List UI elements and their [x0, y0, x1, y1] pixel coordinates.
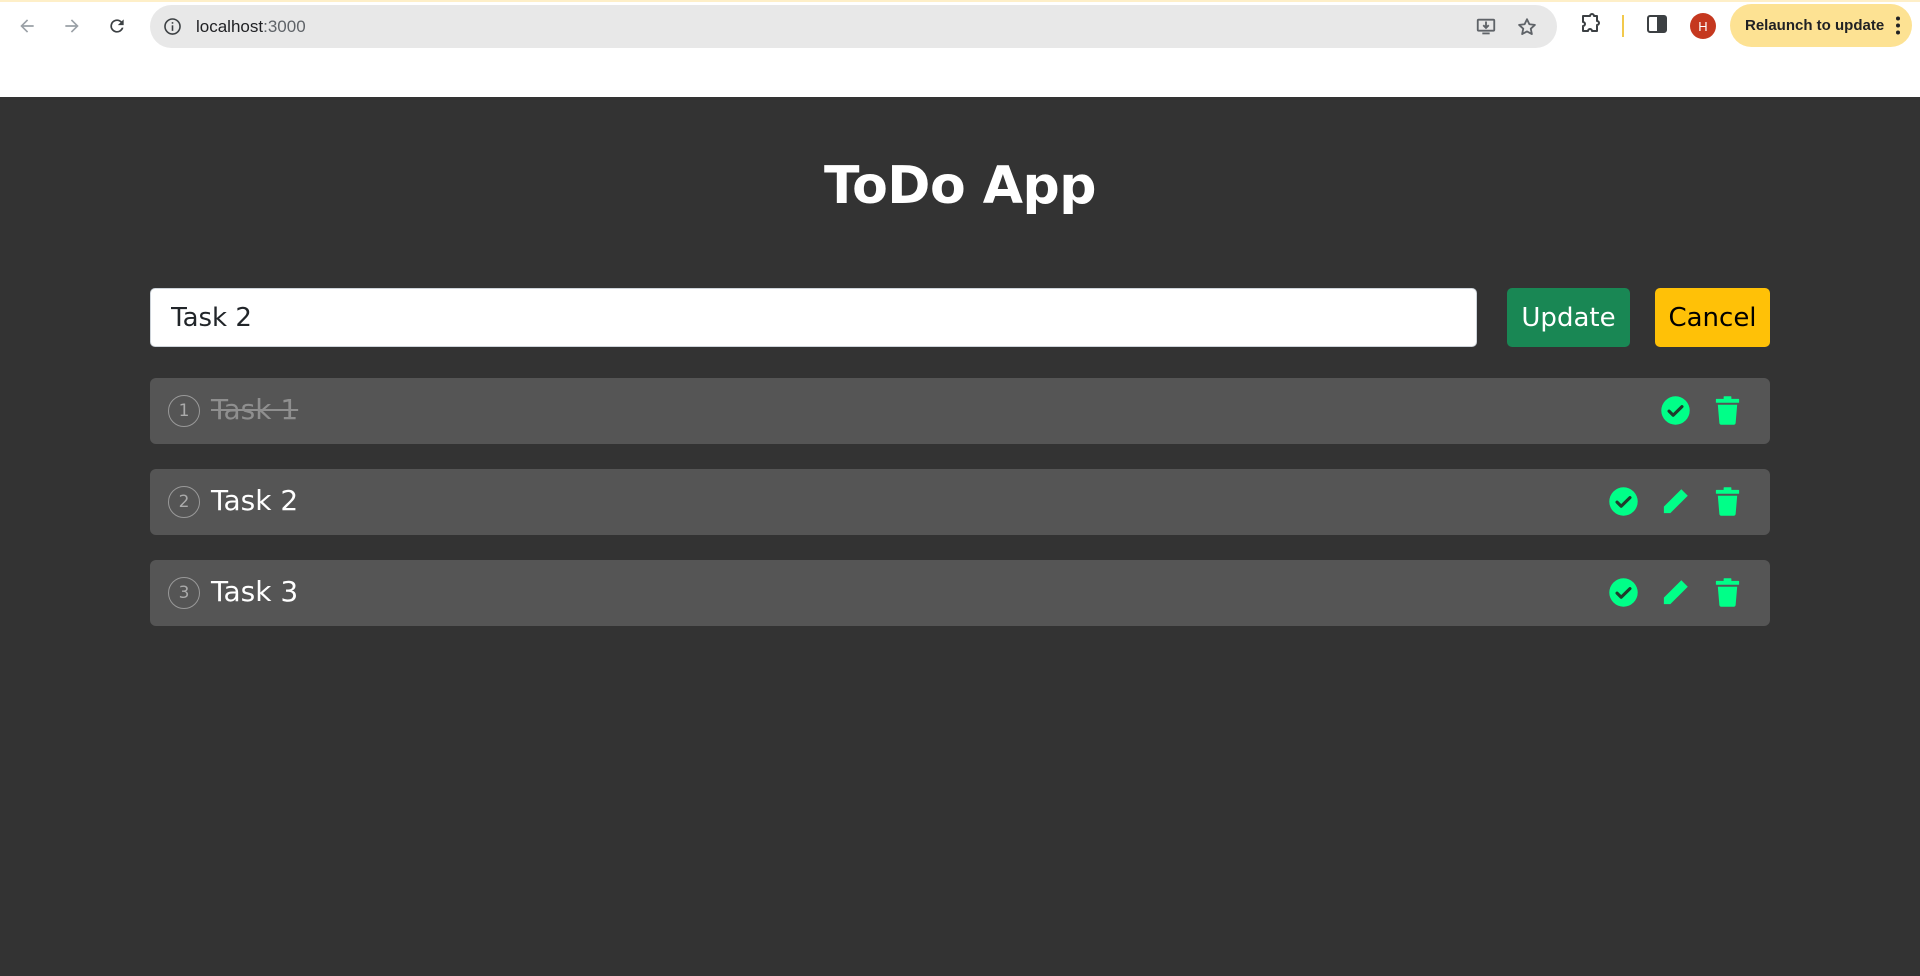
- complete-check-icon[interactable]: [1608, 486, 1639, 517]
- more-vert-icon[interactable]: [1896, 16, 1900, 35]
- relaunch-button[interactable]: Relaunch to update: [1730, 4, 1912, 47]
- edit-pencil-icon[interactable]: [1660, 577, 1691, 608]
- complete-check-icon[interactable]: [1660, 395, 1691, 426]
- complete-check-icon[interactable]: [1608, 577, 1639, 608]
- cancel-button[interactable]: Cancel: [1655, 288, 1770, 347]
- update-button[interactable]: Update: [1507, 288, 1630, 347]
- task-number: 2: [168, 486, 200, 518]
- url-host: localhost: [196, 17, 264, 36]
- back-button[interactable]: [11, 10, 43, 42]
- install-app-icon[interactable]: [1475, 16, 1497, 38]
- side-panel-icon[interactable]: [1645, 12, 1669, 36]
- trash-icon[interactable]: [1712, 486, 1743, 517]
- relaunch-label: Relaunch to update: [1745, 17, 1885, 34]
- address-bar[interactable]: localhost:3000: [150, 5, 1557, 48]
- profile-avatar[interactable]: H: [1690, 13, 1716, 39]
- task-number: 1: [168, 395, 200, 427]
- forward-arrow-icon: [65, 19, 79, 33]
- bookmark-star-icon[interactable]: [1516, 16, 1538, 38]
- edit-pencil-icon[interactable]: [1660, 486, 1691, 517]
- reload-icon: [110, 19, 124, 33]
- reload-button[interactable]: [101, 10, 133, 42]
- forward-button[interactable]: [56, 10, 88, 42]
- task-text: Task 2: [211, 484, 299, 517]
- task-text: Task 1: [211, 393, 299, 426]
- toolbar-divider: [1622, 15, 1624, 37]
- back-arrow-icon: [20, 19, 34, 33]
- task-text: Task 3: [211, 575, 299, 608]
- page-title: ToDo App: [824, 156, 1096, 216]
- trash-icon[interactable]: [1712, 395, 1743, 426]
- todo-app: ToDo App Update Cancel 1 Task 1 2 Task 2: [0, 97, 1920, 976]
- task-row: 3 Task 3: [150, 560, 1770, 626]
- trash-icon[interactable]: [1712, 577, 1743, 608]
- url-text[interactable]: localhost:3000: [196, 17, 306, 37]
- task-row: 2 Task 2: [150, 469, 1770, 535]
- task-number: 3: [168, 577, 200, 609]
- task-input[interactable]: [150, 288, 1477, 347]
- site-info-icon[interactable]: [163, 17, 182, 36]
- toolbar-accent: [0, 0, 1920, 2]
- browser-toolbar: localhost:3000 H Relaunch to update: [0, 0, 1920, 97]
- task-row: 1 Task 1: [150, 378, 1770, 444]
- extensions-puzzle-icon[interactable]: [1578, 12, 1602, 36]
- url-port: :3000: [263, 17, 306, 36]
